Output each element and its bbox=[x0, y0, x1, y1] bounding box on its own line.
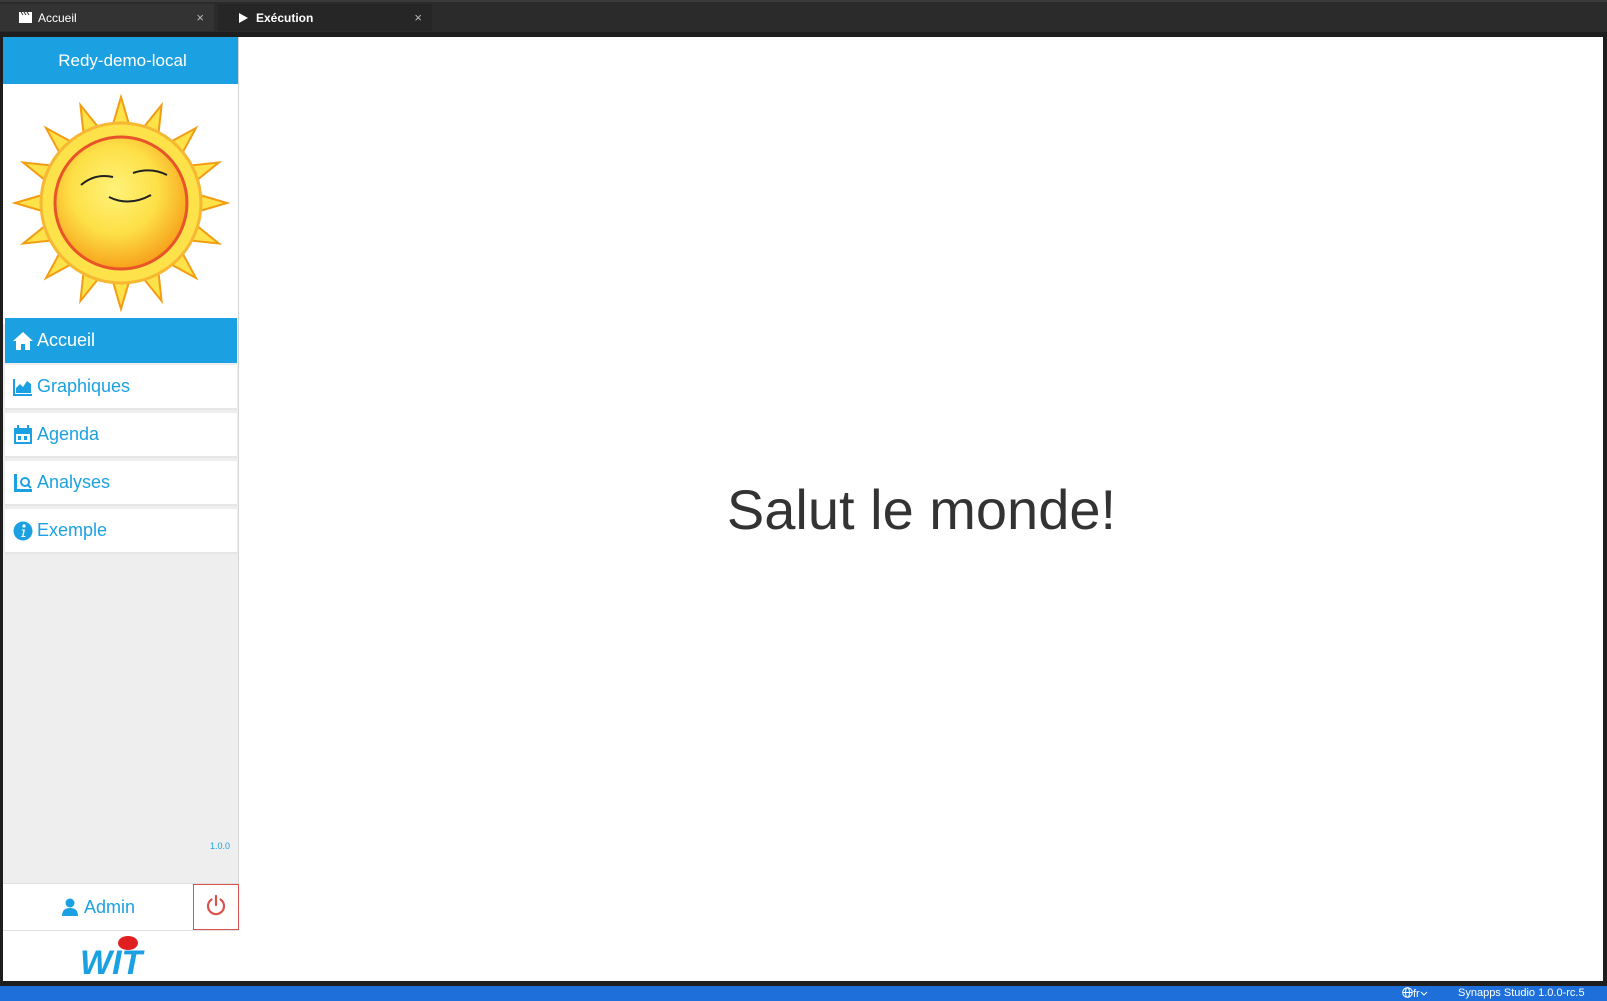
version-label: 1.0.0 bbox=[209, 841, 230, 851]
brand-logo: WIT bbox=[3, 930, 239, 981]
studio-version: Synapps Studio 1.0.0-rc.5 bbox=[1458, 987, 1585, 999]
sidebar-item-exemple[interactable]: Exemple bbox=[5, 509, 237, 554]
app-frame: Redy-demo-local Accueil Graphiques Agend… bbox=[3, 37, 1603, 981]
tab-label: Accueil bbox=[38, 10, 77, 25]
analysis-icon bbox=[13, 473, 33, 493]
sidebar-item-analyses[interactable]: Analyses bbox=[5, 461, 237, 506]
home-icon bbox=[13, 331, 33, 351]
clapperboard-icon bbox=[18, 12, 32, 24]
logout-button[interactable] bbox=[193, 884, 239, 930]
sidebar-item-label: Accueil bbox=[37, 330, 96, 350]
calendar-icon bbox=[13, 424, 33, 445]
sidebar-item-label: Agenda bbox=[37, 424, 100, 444]
language-selector[interactable]: fr bbox=[1402, 987, 1428, 1001]
play-icon bbox=[236, 12, 250, 24]
chevron-down-icon bbox=[1420, 988, 1428, 1000]
tab-execution[interactable]: Exécution × bbox=[218, 4, 432, 31]
app-title: Redy-demo-local bbox=[3, 37, 238, 84]
sun-logo-image bbox=[10, 93, 231, 313]
sidebar-item-agenda[interactable]: Agenda bbox=[5, 413, 237, 458]
area-chart-icon bbox=[13, 377, 33, 397]
close-icon[interactable]: × bbox=[414, 10, 422, 25]
user-name: Admin bbox=[83, 896, 136, 917]
tab-accueil[interactable]: Accueil × bbox=[0, 4, 214, 31]
main-content: Salut le monde! bbox=[240, 37, 1603, 981]
sidebar-item-label: Exemple bbox=[37, 520, 108, 540]
sidebar-item-label: Analyses bbox=[37, 472, 111, 492]
status-bar: fr Synapps Studio 1.0.0-rc.5 bbox=[0, 986, 1607, 1001]
sun-logo bbox=[3, 84, 238, 324]
info-icon bbox=[13, 521, 33, 541]
close-icon[interactable]: × bbox=[196, 10, 204, 25]
tab-bar: Accueil × Exécution × bbox=[0, 0, 1607, 32]
globe-icon bbox=[1402, 987, 1413, 1001]
greeting-heading: Salut le monde! bbox=[726, 477, 1117, 541]
brand-text: WIT bbox=[80, 944, 146, 978]
tab-label: Exécution bbox=[256, 10, 314, 25]
power-icon bbox=[205, 894, 227, 921]
user-icon bbox=[61, 898, 79, 916]
sidebar-item-graphiques[interactable]: Graphiques bbox=[5, 365, 237, 410]
admin-button[interactable]: Admin bbox=[3, 884, 193, 930]
user-row: Admin bbox=[3, 883, 239, 930]
language-label: fr bbox=[1413, 988, 1420, 1000]
sidebar-item-accueil[interactable]: Accueil bbox=[5, 318, 237, 363]
sidebar-item-label: Graphiques bbox=[37, 376, 131, 396]
sidebar: Redy-demo-local Accueil Graphiques Agend… bbox=[3, 37, 239, 981]
